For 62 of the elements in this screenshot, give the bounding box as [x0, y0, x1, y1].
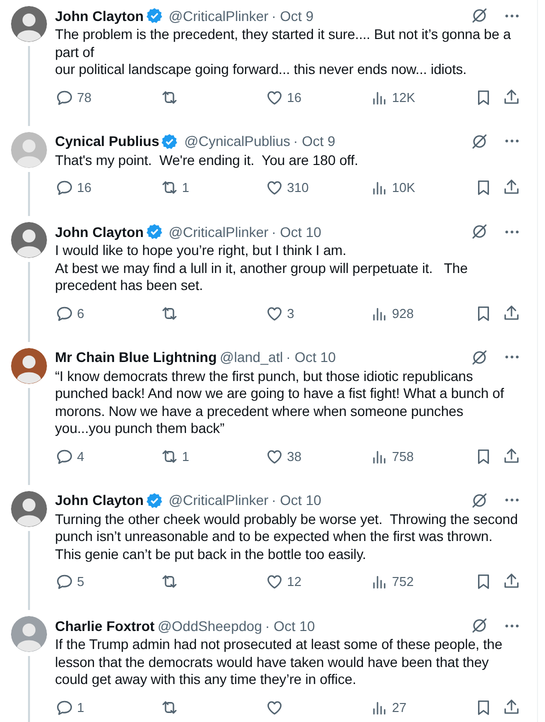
slashed-circle-icon[interactable] [470, 348, 489, 366]
like-count: 310 [287, 180, 309, 195]
reply-count: 5 [77, 574, 84, 589]
share-icon[interactable] [502, 446, 521, 466]
like-count: 38 [287, 448, 302, 464]
reply-icon[interactable] [55, 178, 74, 197]
reply-count: 6 [77, 306, 84, 320]
avatar[interactable] [10, 616, 46, 652]
slashed-circle-icon[interactable] [470, 616, 489, 635]
author-handle[interactable]: @OddSheepdog [158, 618, 262, 634]
post-date[interactable]: · Oct 10 [286, 349, 336, 365]
author-name[interactable]: Mr Chain Blue Lightning [55, 349, 217, 365]
author-name[interactable]: John Clayton [55, 8, 144, 24]
post-date[interactable]: · Oct 10 [271, 224, 322, 240]
avatar[interactable] [10, 6, 46, 42]
author-name[interactable]: John Clayton [55, 492, 144, 508]
like-count: 16 [287, 90, 302, 104]
author-handle[interactable]: @CriticalPlinker [168, 8, 268, 24]
reply-count: 1 [77, 700, 84, 714]
share-icon[interactable] [502, 698, 521, 716]
reply-count: 4 [77, 448, 84, 464]
slashed-circle-icon[interactable] [470, 132, 489, 150]
post-text: The problem is the precedent, they started it sure.... But not it’s gonna be a part of our political landscape going forward... this never ends now... idiots. [55, 26, 512, 78]
like-count: 12 [287, 574, 302, 589]
share-icon[interactable] [502, 88, 521, 106]
author-name[interactable]: Cynical Publius [55, 133, 160, 149]
like-count: 3 [287, 306, 294, 320]
post-text: “I know democrats threw the first punch, but those idiotic republicans punched back! And now we are going to have a fist fight! What a bunch of morons. Now we have a precedent where when someone punches you...you punch them back” [55, 368, 505, 438]
reply-icon[interactable] [55, 572, 74, 591]
post-text: Turning the other cheek would probably be worse yet. Throwing the second punch isn’t unreasonable and to be expected when the first was thrown. This genie can’t be put back in the bottle too easily. [55, 510, 519, 563]
repost-count: 1 [182, 448, 190, 464]
post-date[interactable]: · Oct 9 [293, 133, 336, 149]
reply-count: 16 [77, 180, 92, 195]
author-name[interactable]: John Clayton [55, 224, 144, 240]
author-name[interactable]: Charlie Foxtrot [55, 618, 155, 634]
avatar[interactable] [10, 348, 46, 384]
slashed-circle-icon[interactable] [470, 490, 489, 510]
share-icon[interactable] [502, 178, 521, 197]
post-text: If the Trump admin had not prosecuted at least some of these people, the lesson that the democrats would have taken would have been that they could get away with this any time they’re in office. [55, 636, 504, 688]
repost-count: 1 [182, 180, 190, 195]
views-count: 27 [392, 700, 406, 714]
slashed-circle-icon[interactable] [470, 222, 489, 241]
slashed-circle-icon[interactable] [470, 6, 489, 25]
reply-count: 78 [77, 90, 92, 104]
post-date[interactable]: · Oct 10 [265, 618, 315, 634]
post-date[interactable]: · Oct 9 [271, 8, 314, 24]
post-date[interactable]: · Oct 10 [271, 492, 322, 508]
views-count: 928 [392, 306, 414, 320]
author-handle[interactable]: @CynicalPublius [184, 133, 290, 149]
share-icon[interactable] [502, 572, 521, 591]
post-text: I would like to hope you’re right, but I think I am. At best we may find a lull in it, another group will perpetuate it. The precedent has been set. [55, 242, 469, 294]
avatar[interactable] [10, 222, 46, 258]
views-count: 12K [392, 90, 416, 104]
views-count: 752 [392, 574, 414, 589]
author-handle[interactable]: @land_atl [220, 349, 284, 365]
author-handle[interactable]: @CriticalPlinker [168, 224, 268, 240]
share-icon[interactable] [502, 304, 521, 322]
views-count: 10K [392, 180, 416, 195]
views-count: 758 [392, 448, 414, 464]
avatar[interactable] [10, 490, 46, 526]
author-handle[interactable]: @CriticalPlinker [168, 492, 268, 508]
post-text: That's my point. We're ending it. You are 180 off. [55, 152, 360, 169]
